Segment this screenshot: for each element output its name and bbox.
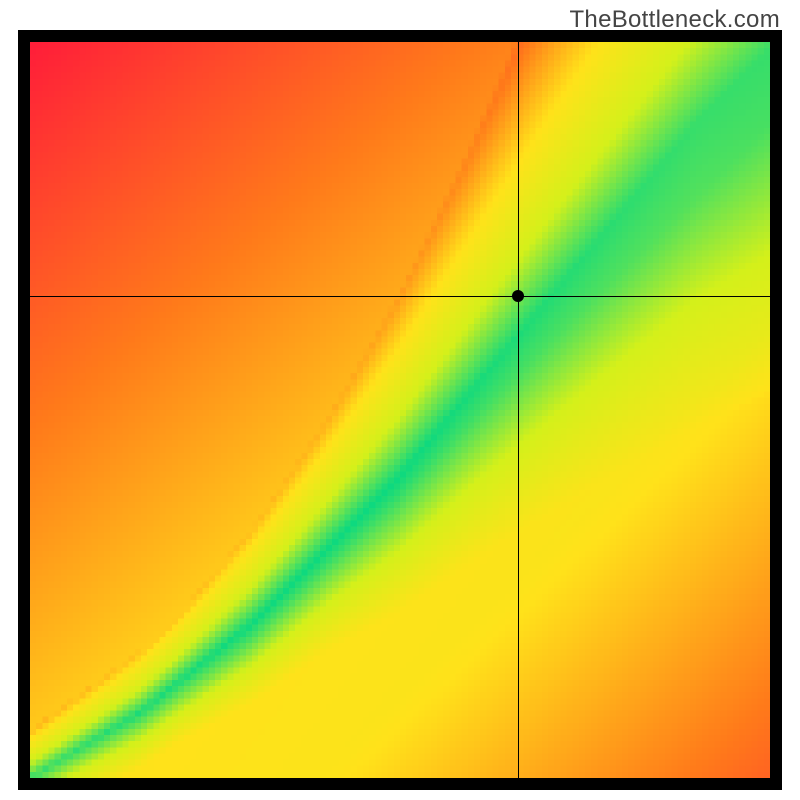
plot-frame bbox=[18, 30, 782, 790]
crosshair-horizontal bbox=[30, 296, 770, 297]
heatmap-canvas bbox=[30, 42, 770, 778]
crosshair-vertical bbox=[518, 42, 519, 778]
watermark-text: TheBottleneck.com bbox=[569, 6, 780, 34]
chart-stage: TheBottleneck.com bbox=[0, 0, 800, 800]
